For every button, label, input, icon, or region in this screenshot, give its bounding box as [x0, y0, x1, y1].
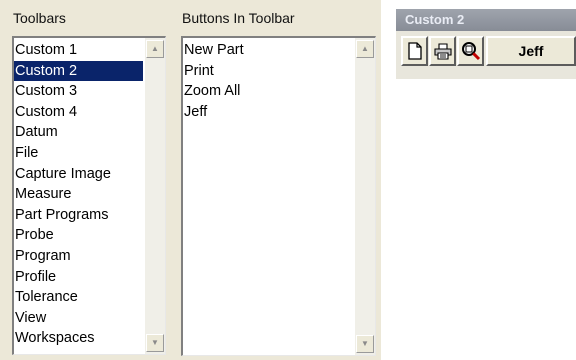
toolbar-item-custom-2[interactable]: Custom 2	[14, 60, 143, 82]
toolbar-item-part-programs[interactable]: Part Programs	[14, 205, 143, 226]
button-item-jeff[interactable]: Jeff	[183, 102, 353, 123]
toolbar-item-view[interactable]: View	[14, 308, 143, 329]
toolbar-item-measure[interactable]: Measure	[14, 184, 143, 205]
zoom-all-button[interactable]	[457, 36, 484, 66]
toolbar-item-file[interactable]: File	[14, 143, 143, 164]
toolbar-item-capture-image[interactable]: Capture Image	[14, 164, 143, 185]
scroll-down-arrow-icon[interactable]: ▼	[146, 334, 164, 352]
custom-toolbar-window: Custom 2 Jeff	[396, 9, 576, 79]
toolbar-item-custom-3[interactable]: Custom 3	[14, 81, 143, 102]
button-item-new-part[interactable]: New Part	[183, 40, 353, 61]
toolbar-item-profile[interactable]: Profile	[14, 267, 143, 288]
scroll-down-arrow-icon[interactable]: ▼	[356, 335, 374, 353]
button-item-print[interactable]: Print	[183, 61, 353, 82]
toolbar-item-custom-1[interactable]: Custom 1	[14, 40, 143, 61]
buttons-listbox[interactable]: New Part Print Zoom All Jeff ▲ ▼	[181, 36, 376, 356]
new-document-icon	[407, 42, 422, 60]
toolbar-item-probe[interactable]: Probe	[14, 225, 143, 246]
toolbar-item-workspaces[interactable]: Workspaces	[14, 328, 143, 349]
toolbar-item-program[interactable]: Program	[14, 246, 143, 267]
toolbars-scrollbar[interactable]: ▲ ▼	[145, 38, 165, 354]
button-item-zoom-all[interactable]: Zoom All	[183, 81, 353, 102]
toolbar-item-custom-4[interactable]: Custom 4	[14, 102, 143, 123]
toolbars-listbox[interactable]: Custom 1 Custom 2 Custom 3 Custom 4 Datu…	[12, 36, 166, 355]
buttons-in-toolbar-label: Buttons In Toolbar	[182, 10, 295, 26]
buttons-scrollbar[interactable]: ▲ ▼	[355, 38, 375, 355]
toolbar-body: Jeff	[396, 31, 576, 79]
print-button[interactable]	[429, 36, 456, 66]
print-icon	[433, 42, 452, 60]
zoom-all-icon	[461, 42, 480, 61]
scroll-up-arrow-icon[interactable]: ▲	[356, 40, 374, 58]
toolbar-item-datum[interactable]: Datum	[14, 122, 143, 143]
toolbar-title[interactable]: Custom 2	[396, 9, 576, 31]
jeff-button[interactable]: Jeff	[486, 36, 576, 66]
toolbars-label: Toolbars	[13, 10, 66, 26]
toolbar-item-tolerance[interactable]: Tolerance	[14, 287, 143, 308]
scroll-up-arrow-icon[interactable]: ▲	[146, 40, 164, 58]
new-part-button[interactable]	[401, 36, 428, 66]
toolbar-settings-panel: Toolbars Custom 1 Custom 2 Custom 3 Cust…	[0, 0, 381, 360]
